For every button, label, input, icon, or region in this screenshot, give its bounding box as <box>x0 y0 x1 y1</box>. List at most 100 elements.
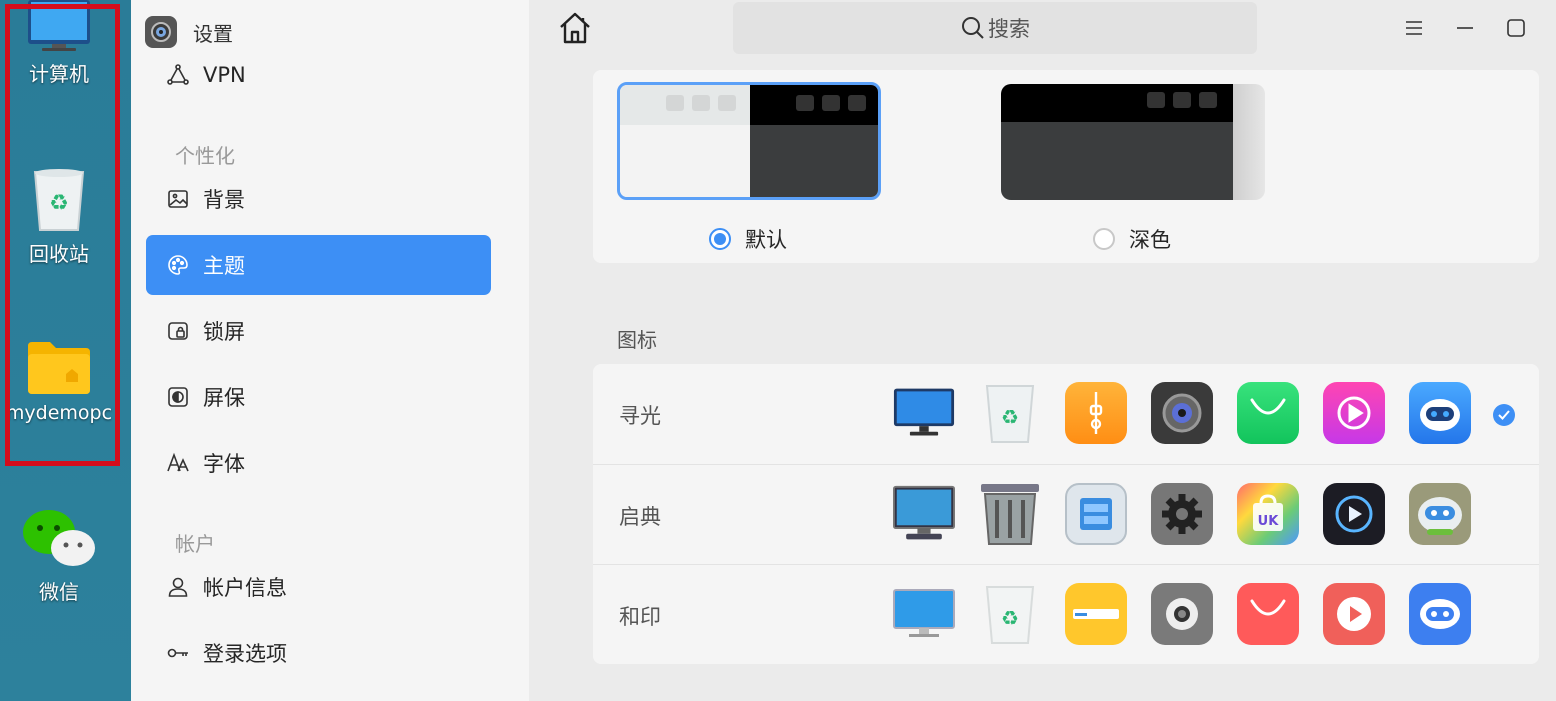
key-icon <box>167 642 189 664</box>
icon-set-row-heyin[interactable]: 和印 ♻ <box>593 564 1539 664</box>
sidebar-item-label: 主题 <box>203 254 245 278</box>
sidebar-item-label: 帐户信息 <box>203 576 287 600</box>
settings-app-icon <box>145 16 177 48</box>
sidebar-item-label: VPN <box>203 63 246 87</box>
sidebar-item-label: 锁屏 <box>203 320 245 344</box>
desktop-icon-home-folder[interactable]: mydemopc <box>0 340 118 424</box>
icon-set-name: 和印 <box>619 605 661 629</box>
app-store-icon: UK <box>1237 483 1299 545</box>
font-icon <box>167 452 189 474</box>
minimize-button[interactable] <box>1453 16 1477 40</box>
icon-set-preview: UK <box>893 483 1471 545</box>
icon-set-preview: ♻ <box>893 382 1471 444</box>
trash-icon: ♻ <box>979 583 1041 645</box>
svg-text:♻: ♻ <box>1001 606 1019 630</box>
svg-text:♻: ♻ <box>1001 405 1019 429</box>
settings-icon <box>1151 583 1213 645</box>
image-icon <box>167 188 189 210</box>
search-placeholder: 搜索 <box>988 17 1030 41</box>
theme-option-default[interactable]: 默认 <box>709 224 787 254</box>
home-button[interactable] <box>557 10 593 46</box>
desktop-icon-computer[interactable]: 计算机 <box>0 0 118 87</box>
computer-icon <box>893 483 955 545</box>
desktop-icon-wechat[interactable]: 微信 <box>0 508 118 605</box>
desktop: 计算机 ♻ 回收站 mydemopc 微信 <box>0 0 131 701</box>
section-label-personalization: 个性化 <box>175 144 235 168</box>
desktop-icon-label: 微信 <box>39 580 79 604</box>
icon-set-row-xunguang[interactable]: 寻光 ♻ <box>593 364 1539 464</box>
screensaver-icon <box>167 386 189 408</box>
icon-set-preview: ♻ <box>893 583 1471 645</box>
user-icon <box>167 576 189 598</box>
desktop-icon-label: 回收站 <box>29 242 89 266</box>
assistant-icon <box>1409 483 1471 545</box>
trash-icon: ♻ <box>979 382 1041 444</box>
theme-option-label: 默认 <box>745 228 787 252</box>
main-panel: 搜索 默认 深色 图标 寻光 ♻ 启典 UK 和印 ♻ <box>529 0 1556 701</box>
selected-check-icon <box>1493 404 1515 426</box>
icon-set-name: 启典 <box>619 505 661 529</box>
icon-set-name: 寻光 <box>619 404 661 428</box>
theme-preview-dark[interactable] <box>1001 84 1265 200</box>
sidebar-item-font[interactable]: 字体 <box>146 433 491 493</box>
video-player-icon <box>1323 382 1385 444</box>
archive-icon <box>1065 583 1127 645</box>
search-icon <box>962 17 984 39</box>
computer-icon <box>893 382 955 444</box>
lock-screen-icon <box>167 320 189 342</box>
icons-section-title: 图标 <box>617 328 657 352</box>
svg-text:UK: UK <box>1258 514 1280 529</box>
palette-icon <box>167 254 189 276</box>
wechat-icon <box>23 510 95 566</box>
theme-preview-default[interactable] <box>617 82 881 200</box>
svg-text:♻: ♻ <box>49 191 69 216</box>
desktop-icon-label: 计算机 <box>29 62 89 86</box>
theme-card: 默认 深色 <box>593 70 1539 263</box>
computer-icon <box>28 0 90 51</box>
settings-icon <box>1151 483 1213 545</box>
sidebar-item-lock-screen[interactable]: 锁屏 <box>146 301 491 361</box>
icon-theme-card: 寻光 ♻ 启典 UK 和印 ♻ <box>593 364 1539 664</box>
section-label-account: 帐户 <box>175 532 215 556</box>
computer-icon <box>893 583 955 645</box>
file-manager-icon <box>1065 483 1127 545</box>
trash-icon: ♻ <box>33 169 85 231</box>
sidebar-item-label: 背景 <box>203 188 245 212</box>
archive-icon <box>1065 382 1127 444</box>
vpn-icon <box>167 64 189 86</box>
home-icon <box>560 12 590 44</box>
sidebar-item-label: 登录选项 <box>203 642 287 666</box>
app-store-icon <box>1237 382 1299 444</box>
sidebar-item-login-options[interactable]: 登录选项 <box>146 623 491 683</box>
settings-window: 设置 VPN 个性化 背景 主题 锁屏 屏保 字体 帐户 帐户信息 登录选项 搜… <box>131 0 1556 701</box>
home-folder-icon <box>28 342 90 394</box>
theme-option-dark[interactable]: 深色 <box>1093 224 1171 254</box>
sidebar-item-vpn[interactable]: VPN <box>146 45 491 105</box>
desktop-icon-label: mydemopc <box>5 402 113 424</box>
maximize-button[interactable] <box>1504 16 1528 40</box>
video-player-icon <box>1323 483 1385 545</box>
icon-set-row-qidian[interactable]: 启典 UK <box>593 464 1539 564</box>
maximize-icon <box>1507 19 1525 37</box>
assistant-icon <box>1409 583 1471 645</box>
menu-icon <box>1406 21 1422 35</box>
video-player-icon <box>1323 583 1385 645</box>
sidebar-item-background[interactable]: 背景 <box>146 169 491 229</box>
sidebar-item-label: 字体 <box>203 452 245 476</box>
search-input[interactable]: 搜索 <box>733 2 1257 54</box>
sidebar-item-account-info[interactable]: 帐户信息 <box>146 557 491 617</box>
radio-button[interactable] <box>1093 228 1115 250</box>
trash-icon <box>979 483 1041 545</box>
sidebar-item-label: 屏保 <box>203 386 245 410</box>
settings-icon <box>1151 382 1213 444</box>
sidebar: 设置 VPN 个性化 背景 主题 锁屏 屏保 字体 帐户 帐户信息 登录选项 <box>131 0 529 701</box>
app-title: 设置 <box>145 16 233 48</box>
menu-button[interactable] <box>1402 16 1426 40</box>
desktop-icon-trash[interactable]: ♻ 回收站 <box>0 168 118 267</box>
minimize-icon <box>1457 27 1473 29</box>
assistant-icon <box>1409 382 1471 444</box>
radio-button[interactable] <box>709 228 731 250</box>
sidebar-item-theme[interactable]: 主题 <box>146 235 491 295</box>
sidebar-item-screensaver[interactable]: 屏保 <box>146 367 491 427</box>
app-store-icon <box>1237 583 1299 645</box>
